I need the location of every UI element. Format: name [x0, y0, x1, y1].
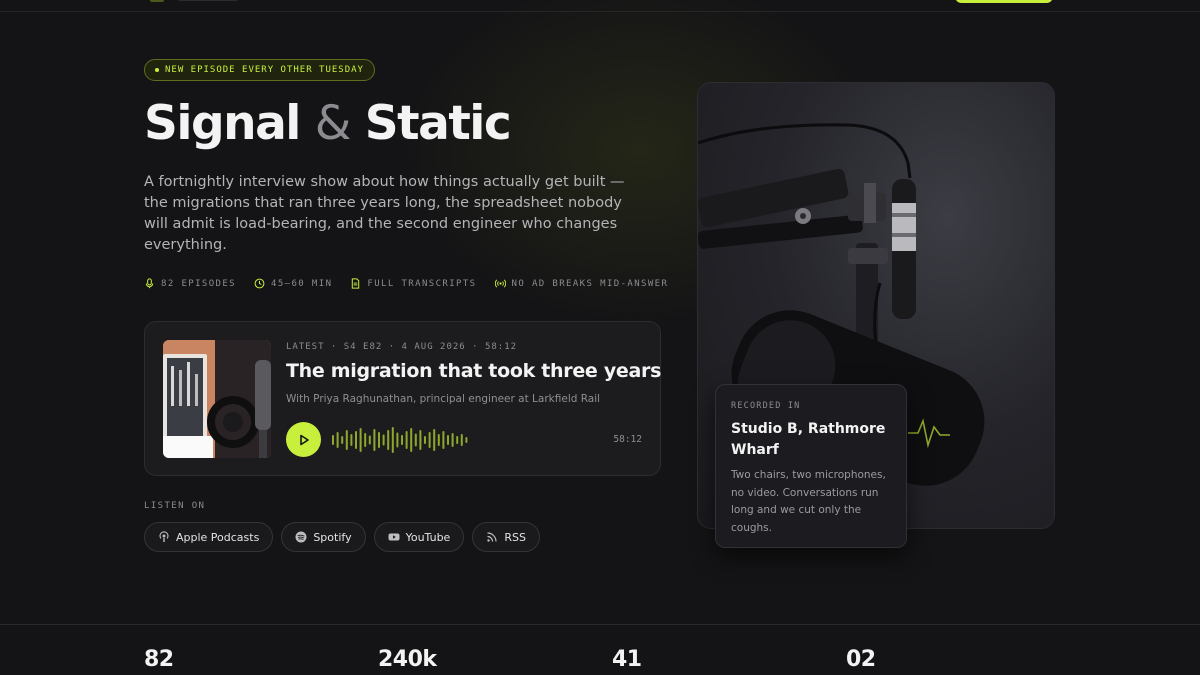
waveform-bar — [460, 434, 463, 446]
waveform-bar — [336, 432, 339, 448]
meta-no-ads-text: NO AD BREAKS MID-ANSWER — [511, 278, 669, 289]
new-episode-badge: NEW EPISODE EVERY OTHER TUESDAY — [144, 59, 375, 81]
waveform-bar — [433, 429, 436, 451]
waveform-bar — [442, 431, 445, 449]
spotify-label: Spotify — [313, 530, 352, 544]
waveform-bar — [414, 433, 417, 447]
stat-hosts: 02 — [846, 647, 876, 672]
waveform-bar — [355, 431, 357, 449]
apple-podcasts-button[interactable]: Apple Podcasts — [144, 522, 274, 552]
meta-transcripts-text: FULL TRANSCRIPTS — [367, 278, 477, 289]
broadcast-icon — [494, 279, 506, 288]
waveform-bar — [451, 433, 454, 447]
waveform-bar — [359, 428, 362, 452]
waveform-bar — [378, 432, 380, 448]
studio-description: Two chairs, two microphones, no video. C… — [731, 469, 886, 534]
mic-icon — [145, 278, 154, 289]
platform-links: Apple Podcasts Spotify YouTube RSS — [144, 522, 540, 552]
badge-text: NEW EPISODE EVERY OTHER TUESDAY — [165, 65, 364, 75]
rss-label: RSS — [504, 530, 526, 544]
meta-transcripts: FULL TRANSCRIPTS — [350, 278, 476, 289]
badge-dot-icon — [155, 68, 159, 72]
clock-icon — [254, 278, 265, 289]
title-signal: Signal — [144, 96, 301, 151]
waveform-bar — [391, 427, 394, 453]
waveform-bar — [424, 436, 426, 444]
waveform-bar — [332, 435, 334, 445]
waveform-bar — [345, 430, 348, 450]
episode-title[interactable]: The migration that took three years — [286, 360, 661, 382]
title-ampersand: & — [314, 96, 352, 151]
waveform-bar — [396, 432, 399, 448]
subscribe-button-clipped[interactable] — [955, 0, 1053, 3]
latest-episode-card[interactable]: LATEST · S4 E82 · 4 AUG 2026 · 58:12 The… — [144, 321, 661, 476]
spotify-icon — [295, 531, 307, 543]
youtube-icon — [388, 533, 400, 541]
page-title: Signal & Static — [144, 96, 512, 151]
waveform-bar — [387, 430, 390, 450]
episode-thumbnail — [163, 340, 271, 458]
logo-mark[interactable] — [150, 0, 164, 2]
waveform-bar — [405, 431, 408, 449]
waveform-bar — [410, 428, 413, 452]
stats-divider — [0, 624, 1200, 625]
waveform-bar — [382, 434, 385, 446]
spotify-button[interactable]: Spotify — [281, 522, 366, 552]
waveform-bar — [428, 432, 431, 448]
show-meta-list: 82 EPISODES 45–60 MIN FULL TRANSCRIPTS N… — [144, 278, 668, 289]
rss-icon — [487, 532, 497, 542]
title-static: Static — [364, 96, 512, 151]
play-icon — [299, 434, 309, 445]
logo-text-clipped — [178, 0, 238, 1]
waveform-bar — [350, 434, 353, 446]
waveform-bar — [456, 436, 459, 444]
youtube-button[interactable]: YouTube — [373, 522, 465, 552]
youtube-label: YouTube — [405, 530, 451, 544]
waveform-bar — [419, 430, 422, 450]
studio-name: Studio B, Rathmore Wharf — [731, 421, 886, 458]
stat-countries: 41 — [612, 647, 642, 672]
waveform-bar — [437, 434, 440, 446]
stat-listeners: 240k — [378, 647, 437, 672]
meta-length: 45–60 MIN — [254, 278, 332, 289]
episode-duration: 58:12 — [613, 434, 642, 445]
waveform-bar — [373, 429, 376, 451]
waveform-bar — [447, 435, 449, 445]
recorded-in-label: RECORDED IN — [731, 401, 801, 411]
show-description: A fortnightly interview show about how t… — [144, 174, 625, 253]
waveform[interactable] — [332, 426, 472, 454]
waveform-bar — [401, 435, 403, 445]
play-button[interactable] — [286, 422, 321, 457]
meta-episodes: 82 EPISODES — [144, 278, 236, 289]
waveform-bar — [465, 437, 468, 443]
top-nav-bar — [0, 0, 1200, 12]
document-icon — [352, 278, 360, 289]
waveform-bar — [368, 435, 371, 445]
meta-episodes-text: 82 EPISODES — [161, 278, 237, 289]
meta-no-ads: NO AD BREAKS MID-ANSWER — [494, 278, 669, 289]
episode-meta-label: LATEST · S4 E82 · 4 AUG 2026 · 58:12 — [286, 342, 518, 352]
apple-podcasts-label: Apple Podcasts — [176, 530, 260, 544]
stat-episodes: 82 — [144, 647, 174, 672]
listen-on-label: LISTEN ON — [144, 501, 206, 511]
studio-info-card: RECORDED IN Studio B, Rathmore Wharf Two… — [715, 384, 907, 548]
episode-guest: With Priya Raghunathan, principal engine… — [286, 393, 601, 405]
rss-button[interactable]: RSS — [472, 522, 540, 552]
podcast-icon — [159, 531, 169, 542]
meta-length-text: 45–60 MIN — [271, 278, 333, 289]
waveform-bar — [364, 433, 367, 447]
waveform-bar — [341, 436, 344, 444]
